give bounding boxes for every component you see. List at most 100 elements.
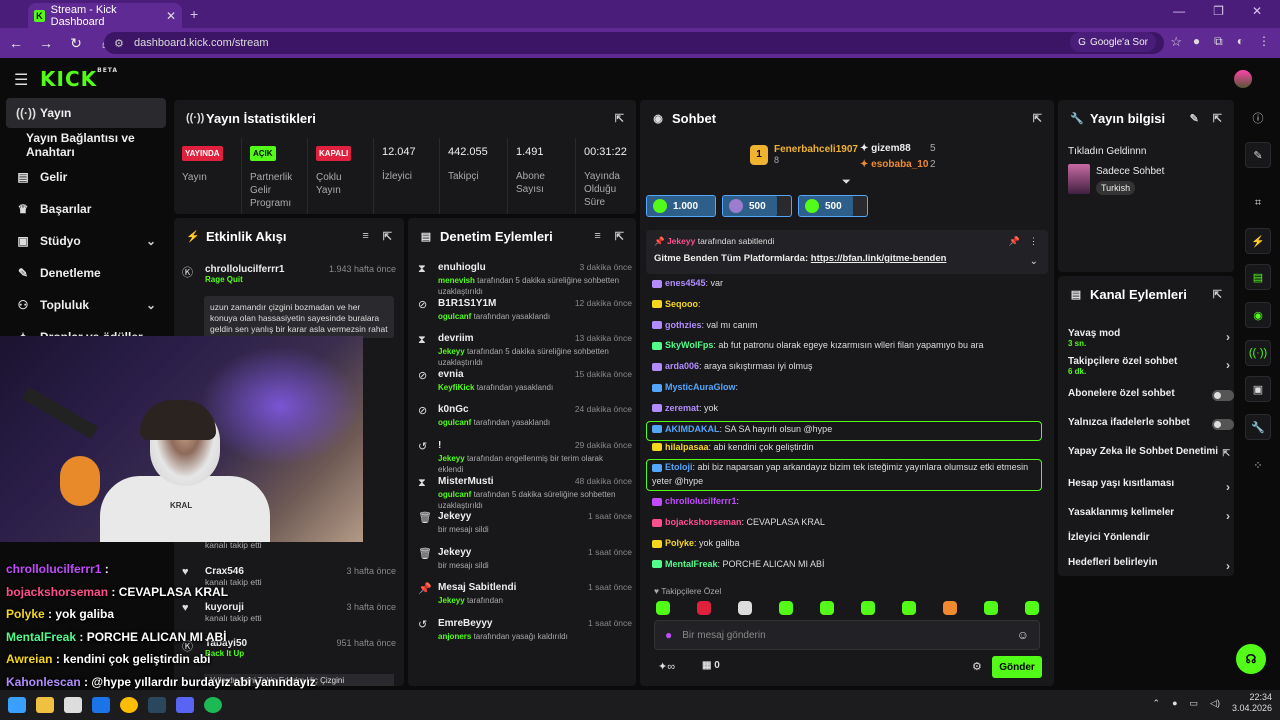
chest-counter[interactable]: ▦ 0 [702,660,720,671]
chat-message[interactable]: MentalFreak: PORCHE ALICAN MI ABİ [652,559,825,569]
emote-icon[interactable] [779,601,793,615]
chat-message[interactable]: SkyWolFps: ab fut patronu olarak egeye k… [652,340,984,350]
id-card-icon[interactable]: ▣ [1245,376,1271,402]
spotify-icon[interactable] [204,697,222,713]
chat-username[interactable]: SkyWolFps [665,340,713,350]
pinned-message[interactable]: 📌 Jekeyy tarafından sabitlendi Gitme Ben… [646,230,1048,274]
channel-action-row[interactable]: İzleyici Yönlendir [1068,532,1228,543]
chevron-up-icon[interactable]: ⌃ [1153,698,1161,709]
popout-icon[interactable]: ⇱ [1033,112,1042,125]
channel-action-row[interactable]: Yavaş mod 3 sn. › [1068,328,1230,348]
emote-icon[interactable] [738,601,752,615]
volume-icon[interactable]: ◁) [1210,698,1220,709]
emote-icon[interactable] [984,601,998,615]
filter-icon[interactable]: ≡ [362,230,368,243]
chrome-icon[interactable] [120,697,138,713]
channel-action-row[interactable]: Yasaklanmış kelimeler › [1068,507,1230,523]
chat-username[interactable]: AKIMDAKAL [665,424,720,434]
url-input[interactable]: ⚙ dashboard.kick.com/stream [104,32,1164,54]
emote-icon[interactable] [861,601,875,615]
chat-username[interactable]: arda006 [665,361,699,371]
emoji-icon[interactable]: ☺ [1017,628,1029,642]
gift-chip[interactable]: 500 [798,195,868,217]
gift-chip[interactable]: 1.000 [646,195,716,217]
top-gifter[interactable]: 1 Fenerbahceli1907 8 [750,144,858,165]
channel-action-row[interactable]: Yapay Zeka ile Sohbet Denetimi ⇱ [1068,446,1230,458]
popout-icon[interactable]: ⇱ [615,112,624,125]
network-icon[interactable]: ▭ [1190,698,1199,709]
minimize-icon[interactable]: — [1173,4,1185,18]
sidebar-item-community[interactable]: ⚇ Topluluk ⌄ [6,290,166,320]
wrench-icon[interactable]: 🔧 [1245,414,1271,440]
gift-chip[interactable]: 500 [722,195,792,217]
chat-message[interactable]: Etoloji: abi biz naparsan yap arkandayız… [652,462,1028,472]
new-tab-icon[interactable]: + [190,6,198,22]
chat-username[interactable]: MysticAuraGlow [665,382,736,392]
support-headset-icon[interactable]: ☊ [1236,644,1266,674]
pen-icon[interactable]: ✎ [1245,142,1271,168]
bookmark-star-icon[interactable]: ☆ [1170,34,1182,50]
popout-icon[interactable]: ⇱ [383,230,392,243]
bolt-icon[interactable]: ⚡ [1245,228,1271,254]
close-tab-icon[interactable]: ✕ [166,9,176,23]
popout-icon[interactable]: ⇱ [1213,112,1222,125]
popout-icon[interactable]: ⇱ [1213,288,1222,301]
settings-gear-icon[interactable]: ⚙ [972,660,982,673]
steam-icon[interactable] [148,697,166,713]
kick-logo[interactable]: KICKBETA [40,67,118,91]
gifts-icon[interactable]: ✦∞ [658,660,675,673]
chevron-down-icon[interactable]: ⌄ [1030,256,1038,267]
mic-icon[interactable]: ● [1172,698,1177,708]
channel-action-row[interactable]: Takipçilere özel sohbet 6 dk. › [1068,356,1230,376]
extension-icon[interactable]: ● [1193,34,1200,49]
emote-icon[interactable] [1025,601,1039,615]
pin-icon[interactable]: 📌 [1009,236,1020,247]
crop-icon[interactable]: ⌗ [1245,190,1271,216]
channel-action-row[interactable]: Hesap yaşı kısıtlaması › [1068,478,1230,494]
chat-message[interactable]: bojackshorseman: CEVAPLASA KRAL [652,517,825,527]
menu-dots-icon[interactable]: ⋮ [1029,236,1038,247]
sidebar-item-studio[interactable]: ▣ Stüdyo ⌄ [6,226,166,256]
discord-icon[interactable] [176,697,194,713]
sidebar-item-moderation[interactable]: ✎ Denetleme [6,258,166,288]
sidebar-item-achievements[interactable]: ♛ Başarılar [6,194,166,224]
site-info-icon[interactable]: ⚙ [114,37,126,50]
document-icon[interactable]: ▤ [1245,264,1271,290]
chat-message[interactable]: Seqooo: [652,299,701,309]
chat-message[interactable]: arda006: araya sıkıştırması iyi olmuş [652,361,813,371]
chat-input[interactable]: ● Bir mesaj gönderin ☺ [654,620,1040,650]
emote-icon[interactable] [902,601,916,615]
sidebar-item-revenue[interactable]: ▤ Gelir [6,162,166,192]
gifter-row[interactable]: ✦ esobaba_10 2 [860,159,936,170]
sidebar-item-stream[interactable]: ((·)) Yayın [6,98,166,128]
profile-icon[interactable]: ◐ [1237,34,1244,49]
close-window-icon[interactable]: ✕ [1252,4,1262,18]
gifter-row[interactable]: ✦ gizem88 5 [860,143,936,154]
windows-start-icon[interactable] [8,697,26,713]
user-avatar[interactable] [1234,70,1252,88]
chat-message[interactable]: zeremat: yok [652,403,718,413]
filter-icon[interactable]: ≡ [594,230,600,243]
reload-icon[interactable]: ↻ [68,35,84,52]
chat-username[interactable]: hilalpasaa [665,442,709,452]
popout-icon[interactable]: ⇱ [615,230,624,243]
chat-username[interactable]: gothzies [665,320,702,330]
forward-icon[interactable]: → [38,35,54,51]
emote-icon[interactable] [943,601,957,615]
hamburger-menu-icon[interactable]: ☰ [14,70,28,90]
back-icon[interactable]: ← [8,35,24,51]
chat-message[interactable]: chrollolucilferrr1: [652,496,739,506]
google-ask-button[interactable]: G Google'a Sor [1070,32,1156,52]
browser-tab[interactable]: K Stream - Kick Dashboard ✕ [28,3,182,28]
chat-username[interactable]: enes4545 [665,278,706,288]
chat-username[interactable]: Polyke [665,538,694,548]
chat-username[interactable]: bojackshorseman [665,517,742,527]
chat-message[interactable]: gothzies: val mı canım [652,320,758,330]
chat-username[interactable]: zeremat [665,403,699,413]
emote-icon[interactable] [697,601,711,615]
info-icon[interactable]: ⓘ [1245,105,1271,131]
file-explorer-icon[interactable] [36,697,54,713]
puzzle-icon[interactable]: ⧉ [1214,34,1223,49]
chat-username[interactable]: Seqooo [665,299,698,309]
sidebar-item-stream-key[interactable]: Yayın Bağlantısı ve Anahtarı [6,130,166,160]
